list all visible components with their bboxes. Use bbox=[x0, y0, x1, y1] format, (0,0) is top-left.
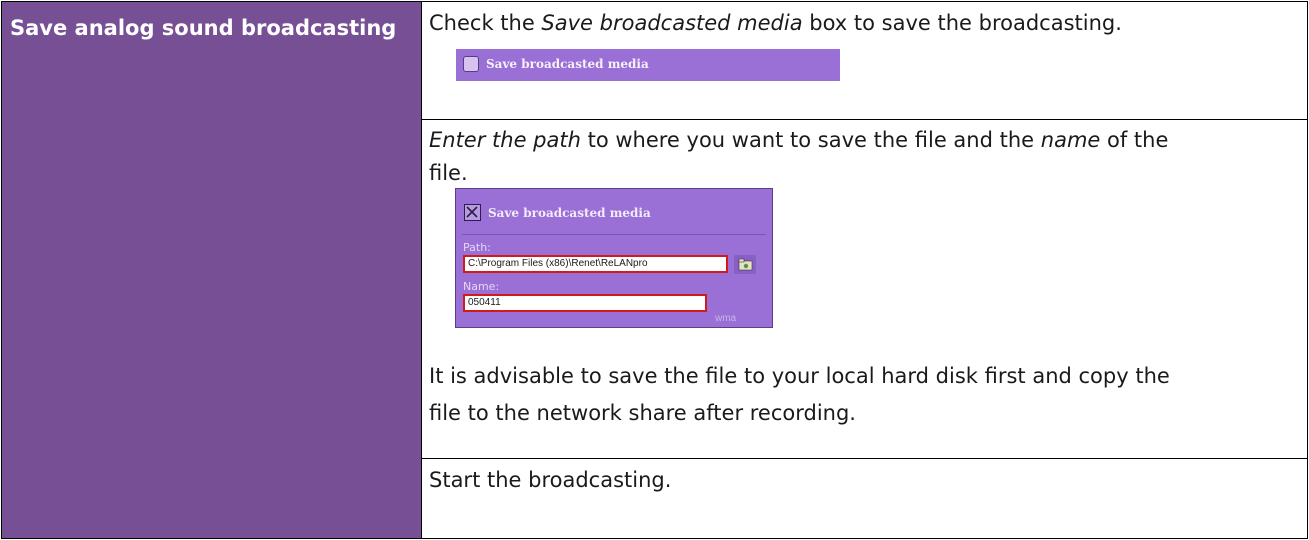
step-text-check-box: Check the Save broadcasted media box to … bbox=[429, 11, 1122, 35]
divider bbox=[462, 234, 766, 235]
section-header-cell: Save analog sound broadcasting bbox=[1, 1, 421, 539]
save-media-dialog-screenshot: Save broadcasted media Path: C:\Program … bbox=[455, 188, 773, 328]
checkbox-screenshot: Save broadcasted media bbox=[456, 49, 840, 81]
dialog-title: Save broadcasted media bbox=[488, 206, 651, 220]
folder-icon bbox=[738, 258, 753, 271]
checked-box-icon[interactable] bbox=[464, 204, 481, 221]
step-text-enter-path: Enter the path to where you want to save… bbox=[429, 128, 1169, 152]
browse-folder-button[interactable] bbox=[734, 255, 756, 274]
step-text-enter-path-cont: file. bbox=[429, 161, 468, 185]
name-label: Name: bbox=[463, 280, 500, 293]
instruction-cells: Check the Save broadcasted media box to … bbox=[421, 1, 1308, 539]
step-row-enter-path: Enter the path to where you want to save… bbox=[422, 120, 1307, 459]
instruction-table: Save analog sound broadcasting Check the… bbox=[0, 0, 1309, 540]
checkbox-label: Save broadcasted media bbox=[486, 57, 649, 71]
path-label: Path: bbox=[463, 241, 491, 254]
advice-text-line1: It is advisable to save the file to your… bbox=[429, 364, 1170, 388]
save-media-checkbox[interactable] bbox=[463, 56, 479, 72]
name-field[interactable]: 050411 bbox=[463, 294, 707, 312]
path-field[interactable]: C:\Program Files (x86)\Renet\ReLANpro bbox=[463, 255, 728, 273]
advice-text-line2: file to the network share after recordin… bbox=[429, 401, 856, 425]
step-text-start: Start the broadcasting. bbox=[429, 468, 672, 492]
step-row-check-box: Check the Save broadcasted media box to … bbox=[422, 2, 1307, 120]
section-heading: Save analog sound broadcasting bbox=[10, 16, 397, 40]
step-row-start: Start the broadcasting. bbox=[422, 459, 1307, 539]
file-extension: wma bbox=[715, 313, 737, 324]
